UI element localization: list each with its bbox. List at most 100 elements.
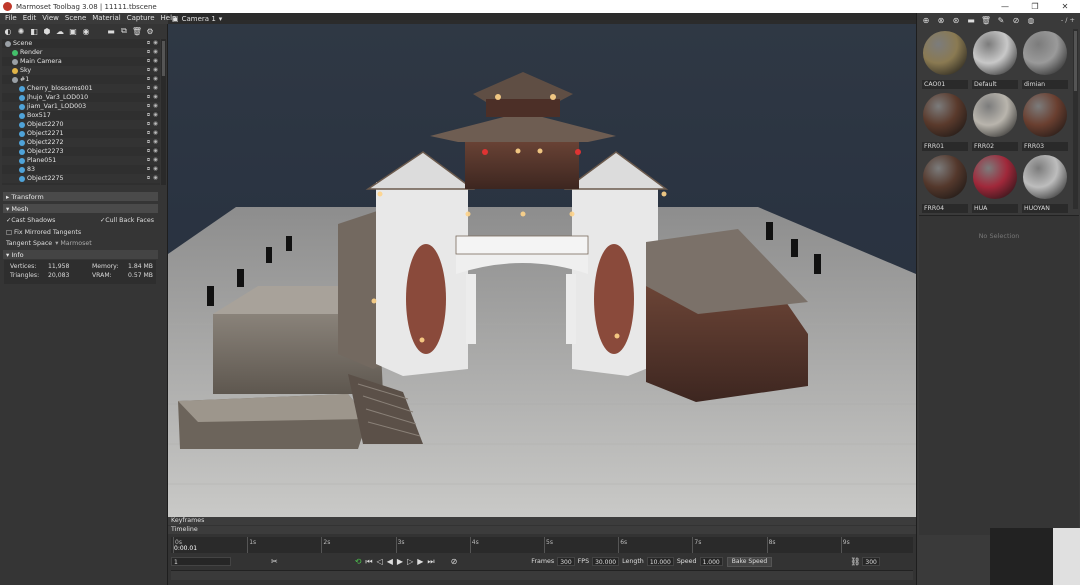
cull-back-faces-checkbox[interactable]: ✓ Cull Back Faces (100, 215, 154, 225)
menu-view[interactable]: View (39, 13, 62, 24)
add-mesh-icon[interactable]: ⬢ (42, 26, 52, 36)
lock-icon[interactable]: ⧈ (147, 148, 151, 155)
material-thumbnail[interactable]: Default (970, 29, 1020, 91)
visibility-eye-icon[interactable]: ◉ (153, 85, 158, 92)
thumbnail-zoom-control[interactable]: - / + (1061, 16, 1075, 24)
add-shadow-catcher-icon[interactable]: ▣ (68, 26, 78, 36)
lock-icon[interactable]: ⧈ (147, 76, 151, 83)
menu-file[interactable]: File (2, 13, 20, 24)
current-frame-field[interactable]: 1 (171, 557, 231, 566)
prev-key-icon[interactable]: ◁ (377, 557, 383, 566)
scene-tree-row[interactable]: 83 ⧈ ◉ (2, 165, 160, 174)
visibility-eye-icon[interactable]: ◉ (153, 130, 158, 137)
add-object-icon[interactable]: ◐ (3, 26, 13, 36)
tangent-space-dropdown[interactable]: ▾ Marmoset (55, 240, 92, 247)
folder-icon[interactable]: ▬ (106, 26, 116, 36)
visibility-eye-icon[interactable]: ◉ (153, 67, 158, 74)
scene-tree-row[interactable]: #1 ⧈ ◉ (2, 75, 160, 84)
fps-field[interactable]: 30.000 (592, 557, 620, 566)
material-scrollbar[interactable] (1073, 29, 1078, 209)
scene-tree-row[interactable]: Object2275 ⧈ ◉ (2, 174, 160, 183)
picker-icon[interactable]: ✎ (996, 15, 1006, 25)
folder-icon[interactable]: ▬ (966, 15, 976, 25)
globe-icon[interactable]: ◍ (1026, 15, 1036, 25)
visibility-eye-icon[interactable]: ◉ (153, 166, 158, 173)
visibility-eye-icon[interactable]: ◉ (153, 58, 158, 65)
scene-tree-row[interactable]: Render ⧈ ◉ (2, 48, 160, 57)
material-thumbnail[interactable]: FRR01 (920, 91, 970, 153)
timeline-ruler[interactable]: 0:00.01 0s 1s 2s 3s 4s 5s 6s 7s 8s 9s (171, 537, 913, 553)
length-field[interactable]: 10.000 (646, 557, 674, 566)
material-thumbnail[interactable]: FRR02 (970, 91, 1020, 153)
lock-icon[interactable]: ⧈ (147, 130, 151, 137)
lock-icon[interactable]: ⧈ (147, 67, 151, 74)
scene-tree-row[interactable]: Main Camera ⧈ ◉ (2, 57, 160, 66)
material-thumbnail[interactable]: CAO01 (920, 29, 970, 91)
lock-icon[interactable]: ⧈ (147, 94, 151, 101)
lock-icon[interactable]: ⧈ (147, 49, 151, 56)
skip-start-icon[interactable]: ⏮ (365, 557, 372, 567)
menu-material[interactable]: Material (89, 13, 123, 24)
add-material-icon[interactable]: ⊕ (921, 15, 931, 25)
lock-icon[interactable]: ⧈ (147, 166, 151, 173)
camera-selector[interactable]: ▣ Camera 1 ▾ (172, 14, 222, 24)
select-icon[interactable]: ⊘ (1011, 15, 1021, 25)
visibility-eye-icon[interactable]: ◉ (153, 148, 158, 155)
material-thumbnail[interactable]: dimian (1020, 29, 1070, 91)
scrollbar-thumb[interactable] (162, 41, 165, 76)
merge-material-icon[interactable]: ⊛ (951, 15, 961, 25)
visibility-eye-icon[interactable]: ◉ (153, 103, 158, 110)
visibility-eye-icon[interactable]: ◉ (153, 157, 158, 164)
keyframe-icon[interactable]: ✂ (271, 557, 278, 566)
delete-icon[interactable]: 🗑 (132, 26, 142, 36)
3d-viewport[interactable] (168, 24, 916, 517)
mesh-section-header[interactable]: ▾ Mesh (3, 204, 158, 213)
transform-section-header[interactable]: ▸ Transform (3, 192, 158, 201)
keyframes-header[interactable]: Keyframes (168, 517, 916, 525)
visibility-eye-icon[interactable]: ◉ (153, 40, 158, 47)
duplicate-icon[interactable]: ⧉ (119, 26, 129, 36)
lock-icon[interactable]: ⧈ (147, 103, 151, 110)
visibility-eye-icon[interactable]: ◉ (153, 121, 158, 128)
scene-tree-row[interactable]: Object2271 ⧈ ◉ (2, 129, 160, 138)
scene-tree-row[interactable]: Object2273 ⧈ ◉ (2, 147, 160, 156)
lock-icon[interactable]: ⧈ (147, 121, 151, 128)
play-icon[interactable]: ▶ (397, 557, 403, 566)
visibility-eye-icon[interactable]: ◉ (153, 94, 158, 101)
end-frame-field[interactable]: 300 (862, 557, 880, 566)
link-icon[interactable]: ⛓ (850, 557, 860, 566)
info-section-header[interactable]: ▾ Info (3, 250, 158, 259)
menu-capture[interactable]: Capture (124, 13, 158, 24)
lock-icon[interactable]: ⧈ (147, 40, 151, 47)
visibility-eye-icon[interactable]: ◉ (153, 175, 158, 182)
lock-icon[interactable]: ⧈ (147, 175, 151, 182)
speed-field[interactable]: 1.000 (699, 557, 723, 566)
add-camera-icon[interactable]: ◧ (29, 26, 39, 36)
next-key-icon[interactable]: ▶ (417, 557, 423, 566)
lock-icon[interactable]: ⧈ (147, 157, 151, 164)
visibility-eye-icon[interactable]: ◉ (153, 76, 158, 83)
scene-tree-row[interactable]: Plane051 ⧈ ◉ (2, 156, 160, 165)
minimize-button[interactable]: — (990, 0, 1020, 13)
lock-icon[interactable]: ⧈ (147, 112, 151, 119)
loop-icon[interactable]: ⟲ (355, 557, 362, 566)
scene-tree-row[interactable]: jiam_Var1_LOD003 ⧈ ◉ (2, 102, 160, 111)
lock-icon[interactable]: ⧈ (147, 58, 151, 65)
timeline-track[interactable] (171, 570, 913, 580)
scene-tree-row[interactable]: Cherry_blossoms001 ⧈ ◉ (2, 84, 160, 93)
visibility-eye-icon[interactable]: ◉ (153, 112, 158, 119)
step-back-icon[interactable]: ◀ (387, 557, 393, 566)
scene-tree-row[interactable]: Sky ⧈ ◉ (2, 66, 160, 75)
add-light-icon[interactable]: ✺ (16, 26, 26, 36)
lock-icon[interactable]: ⧈ (147, 85, 151, 92)
visibility-eye-icon[interactable]: ◉ (153, 49, 158, 56)
scene-tree-scrollbar[interactable] (161, 39, 166, 185)
delete-icon[interactable]: 🗑 (981, 15, 991, 25)
duplicate-material-icon[interactable]: ⊗ (936, 15, 946, 25)
settings-gear-icon[interactable]: ⚙ (145, 26, 155, 36)
scene-tree-row[interactable]: Scene ⧈ ◉ (2, 39, 160, 48)
cast-shadows-checkbox[interactable]: ✓ Cast Shadows (6, 215, 55, 225)
material-thumbnail[interactable]: HUOYAN (1020, 153, 1070, 215)
close-button[interactable]: ✕ (1050, 0, 1080, 13)
scene-tree-row[interactable]: Jhujo_Var3_LOD010 ⧈ ◉ (2, 93, 160, 102)
